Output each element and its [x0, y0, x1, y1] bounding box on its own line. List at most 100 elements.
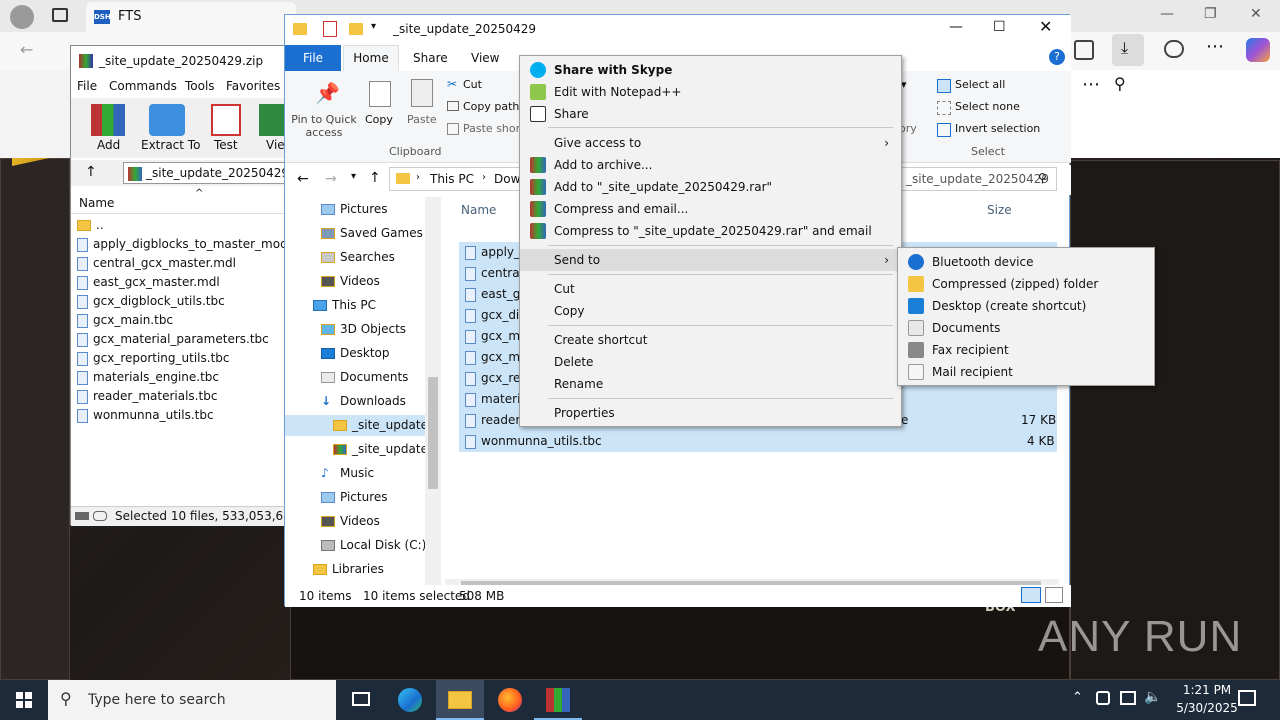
nav-item-3d-objects[interactable]: 3D Objects	[321, 319, 406, 340]
new-folder-quick-icon[interactable]	[349, 23, 363, 35]
task-view-button[interactable]	[336, 680, 384, 720]
list-item[interactable]: east_gcx_master.mdl	[77, 272, 220, 293]
extensions-icon[interactable]	[1164, 40, 1184, 58]
extract-icon[interactable]	[149, 104, 185, 136]
menu-item-fax-recipient[interactable]: Fax recipient	[898, 339, 1154, 361]
menu-item-give-access[interactable]: Give access to ›	[520, 132, 901, 154]
search-box[interactable]: _site_update_20250429 ⚲	[899, 167, 1057, 191]
table-row[interactable]: wonmunna_utils.tbc 4 KB	[459, 431, 1057, 452]
menu-item-add-to-rar[interactable]: Add to "_site_update_20250429.rar"	[520, 176, 901, 198]
nav-item-this-pc[interactable]: This PC	[313, 295, 376, 316]
menu-item-compressed-folder[interactable]: Compressed (zipped) folder	[898, 273, 1154, 295]
properties-quick-icon[interactable]	[323, 21, 337, 37]
menu-item-rename[interactable]: Rename	[520, 373, 901, 395]
taskbar-file-explorer[interactable]	[436, 680, 484, 720]
tab-share[interactable]: Share	[413, 51, 448, 65]
pin-quick-access-button[interactable]: Pin to Quick access	[291, 113, 357, 139]
collections-icon[interactable]	[1074, 40, 1094, 60]
large-icons-view-icon[interactable]	[1045, 587, 1063, 603]
clock-time[interactable]: 1:21 PM	[1172, 683, 1242, 697]
forward-icon[interactable]: →	[325, 171, 337, 187]
menu-favorites[interactable]: Favorites	[226, 79, 280, 93]
copilot-icon[interactable]	[1246, 38, 1270, 62]
tab-fts[interactable]: DSH FTS	[86, 2, 296, 32]
nav-item-searches[interactable]: Searches	[321, 247, 395, 268]
extract-to-button[interactable]: Extract To	[141, 138, 200, 152]
close-button[interactable]: ✕	[1039, 17, 1052, 36]
more-options-icon[interactable]: ⋯	[1082, 74, 1100, 95]
qat-dropdown-icon[interactable]: ▾	[371, 21, 376, 32]
list-item[interactable]: ..	[77, 215, 104, 236]
network-icon[interactable]	[1120, 691, 1136, 705]
list-item[interactable]: gcx_reporting_utils.tbc	[77, 348, 230, 369]
list-item[interactable]: gcx_material_parameters.tbc	[77, 329, 269, 350]
close-button[interactable]: ✕	[1250, 6, 1262, 22]
nav-item-pictures[interactable]: Pictures	[321, 199, 388, 220]
cut-button[interactable]: Cut	[463, 78, 482, 91]
menu-item-documents[interactable]: Documents	[898, 317, 1154, 339]
show-hidden-icons-icon[interactable]: ⌃	[1072, 690, 1083, 705]
nav-item-desktop[interactable]: Desktop	[321, 343, 390, 364]
recent-locations-icon[interactable]: ▾	[351, 171, 356, 182]
help-icon[interactable]: ?	[1049, 49, 1065, 65]
column-header-size[interactable]: Size	[987, 203, 1012, 217]
paste-button[interactable]: Paste	[407, 113, 437, 126]
clock-date[interactable]: 5/30/2025	[1166, 701, 1248, 715]
menu-item-create-shortcut[interactable]: Create shortcut	[520, 329, 901, 351]
tab-file[interactable]: File	[285, 45, 341, 71]
menu-commands[interactable]: Commands	[109, 79, 177, 93]
nav-item-saved-games[interactable]: Saved Games	[321, 223, 423, 244]
maximize-button[interactable]: ☐	[993, 19, 1006, 35]
menu-tools[interactable]: Tools	[185, 79, 215, 93]
up-icon[interactable]: ↑	[85, 164, 97, 180]
nav-item-documents[interactable]: Documents	[321, 367, 408, 388]
start-button[interactable]	[0, 680, 48, 720]
nav-item-pictures[interactable]: Pictures	[321, 487, 388, 508]
list-item[interactable]: reader_materials.tbc	[77, 386, 217, 407]
tab-home[interactable]: Home	[343, 45, 399, 71]
menu-item-properties[interactable]: Properties	[520, 402, 901, 424]
pin-icon[interactable]: ⚲	[1114, 74, 1126, 93]
nav-scrollbar[interactable]	[425, 197, 441, 585]
menu-item-edit-notepadpp[interactable]: Edit with Notepad++	[520, 81, 901, 103]
menu-item-desktop-shortcut[interactable]: Desktop (create shortcut)	[898, 295, 1154, 317]
add-button[interactable]: Add	[97, 138, 120, 152]
list-item[interactable]: materials_engine.tbc	[77, 367, 219, 388]
notifications-icon[interactable]	[1238, 690, 1256, 706]
winrar-path-field[interactable]: _site_update_20250429.zip	[123, 162, 310, 184]
downloads-button[interactable]: ⤓	[1112, 34, 1144, 66]
menu-item-mail-recipient[interactable]: Mail recipient	[898, 361, 1154, 383]
menu-item-bluetooth[interactable]: Bluetooth device	[898, 251, 1154, 273]
column-header-name[interactable]: Name ^	[71, 188, 289, 214]
tab-actions-icon[interactable]	[52, 8, 68, 22]
select-all-button[interactable]: Select all	[955, 78, 1005, 91]
test-icon[interactable]	[211, 104, 241, 136]
taskbar-firefox[interactable]	[486, 680, 534, 720]
menu-file[interactable]: File	[77, 79, 97, 93]
nav-item-videos[interactable]: Videos	[321, 271, 380, 292]
back-icon[interactable]: ←	[20, 40, 33, 59]
profile-avatar[interactable]	[10, 5, 34, 29]
volume-icon[interactable]: 🔈	[1144, 689, 1161, 705]
restore-button[interactable]: ❐	[1204, 6, 1217, 22]
nav-scrollbar-thumb[interactable]	[428, 377, 438, 489]
menu-item-send-to[interactable]: Send to ›	[520, 249, 901, 271]
minimize-button[interactable]: —	[949, 19, 963, 35]
nav-item-libraries[interactable]: Libraries	[313, 559, 384, 580]
menu-item-compress-email[interactable]: Compress and email...	[520, 198, 901, 220]
taskbar-edge[interactable]	[386, 680, 434, 720]
list-item[interactable]: gcx_digblock_utils.tbc	[77, 291, 225, 312]
nav-item-site-update-archive[interactable]: _site_update_	[333, 439, 434, 460]
menu-item-share[interactable]: Share	[520, 103, 901, 125]
menu-item-add-to-archive[interactable]: Add to archive...	[520, 154, 901, 176]
nav-item-music[interactable]: ♪ Music	[321, 463, 374, 484]
menu-item-copy[interactable]: Copy	[520, 300, 901, 322]
minimize-button[interactable]: —	[1160, 6, 1174, 22]
copy-path-button[interactable]: Copy path	[463, 100, 519, 113]
menu-item-compress-to-rar-email[interactable]: Compress to "_site_update_20250429.rar" …	[520, 220, 901, 242]
nav-item-site-update-folder[interactable]: _site_update_	[285, 415, 434, 436]
tab-view[interactable]: View	[471, 51, 499, 65]
copy-button[interactable]: Copy	[365, 113, 393, 126]
breadcrumb-this-pc[interactable]: This PC	[430, 172, 474, 186]
list-item[interactable]: gcx_main.tbc	[77, 310, 173, 331]
